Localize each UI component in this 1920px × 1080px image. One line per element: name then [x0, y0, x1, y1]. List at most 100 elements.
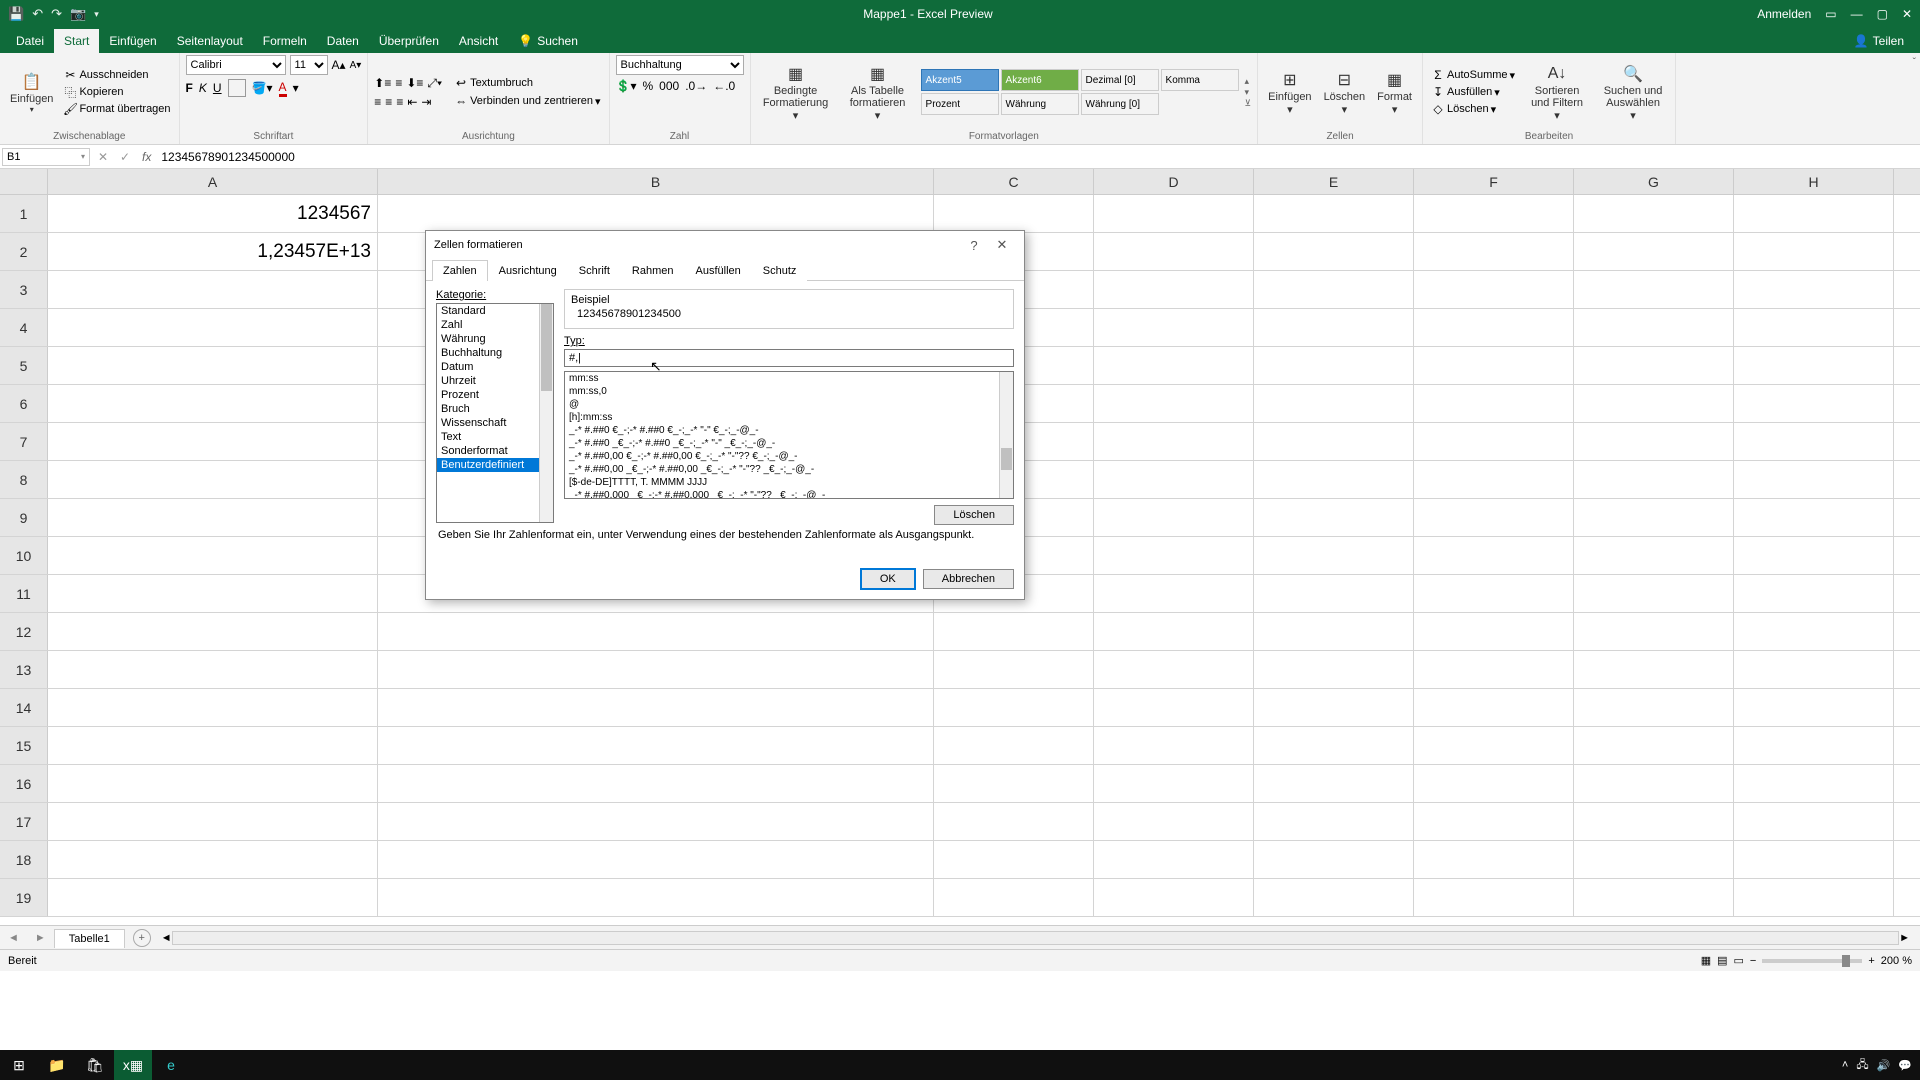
- cell[interactable]: [1094, 651, 1254, 688]
- dtab-ausfuellen[interactable]: Ausfüllen: [685, 260, 752, 281]
- cell[interactable]: [1734, 575, 1894, 612]
- col-header-c[interactable]: C: [934, 169, 1094, 194]
- tell-me[interactable]: 💡 Suchen: [508, 29, 588, 53]
- row-header[interactable]: 10: [0, 537, 48, 574]
- cell[interactable]: [48, 613, 378, 650]
- wrap-text-button[interactable]: ↩Textumbruch: [452, 75, 602, 91]
- percent-icon[interactable]: %: [643, 79, 654, 93]
- cell[interactable]: [1574, 613, 1734, 650]
- cell[interactable]: [1254, 879, 1414, 916]
- align-right-icon[interactable]: ≡: [396, 95, 403, 109]
- cell[interactable]: [1734, 423, 1894, 460]
- clear-button[interactable]: ◇Löschen ▾: [1429, 101, 1517, 117]
- cell[interactable]: [1254, 233, 1414, 270]
- cell[interactable]: [1414, 765, 1574, 802]
- ribbon-display-icon[interactable]: ▭: [1825, 7, 1836, 21]
- cell[interactable]: [1574, 765, 1734, 802]
- cell[interactable]: [1254, 765, 1414, 802]
- cell[interactable]: [1734, 803, 1894, 840]
- format-cells-button[interactable]: ▦Format▾: [1373, 67, 1416, 118]
- cell[interactable]: [48, 309, 378, 346]
- cell[interactable]: [1574, 271, 1734, 308]
- hscroll-right-icon[interactable]: ►: [1899, 932, 1910, 944]
- cell[interactable]: [1574, 803, 1734, 840]
- collapse-ribbon-icon[interactable]: ˇ: [1909, 53, 1920, 144]
- cell[interactable]: [1094, 727, 1254, 764]
- category-item[interactable]: Uhrzeit: [437, 374, 553, 388]
- cell[interactable]: [1734, 347, 1894, 384]
- style-komma[interactable]: Komma: [1161, 69, 1239, 91]
- row-header[interactable]: 12: [0, 613, 48, 650]
- format-item[interactable]: _-* #.##0 €_-;-* #.##0 €_-;_-* "-" €_-;_…: [565, 424, 1013, 437]
- row-header[interactable]: 3: [0, 271, 48, 308]
- cell[interactable]: [48, 765, 378, 802]
- cell[interactable]: [378, 765, 934, 802]
- cell[interactable]: [378, 195, 934, 232]
- category-item[interactable]: Prozent: [437, 388, 553, 402]
- maximize-icon[interactable]: ▢: [1877, 7, 1888, 21]
- cell[interactable]: [1734, 309, 1894, 346]
- cell[interactable]: [1574, 537, 1734, 574]
- cell[interactable]: [48, 689, 378, 726]
- format-painter-button[interactable]: 🖌Format übertragen: [61, 101, 172, 117]
- category-item[interactable]: Sonderformat: [437, 444, 553, 458]
- cell[interactable]: [934, 727, 1094, 764]
- tab-einfuegen[interactable]: Einfügen: [99, 29, 166, 53]
- cell[interactable]: [1094, 347, 1254, 384]
- cell[interactable]: [1734, 689, 1894, 726]
- cell[interactable]: [1574, 195, 1734, 232]
- dec-decimal-icon[interactable]: ←.0: [713, 79, 735, 93]
- indent-inc-icon[interactable]: ⇥: [421, 95, 431, 109]
- category-item[interactable]: Text: [437, 430, 553, 444]
- style-prozent[interactable]: Prozent: [921, 93, 999, 115]
- name-box[interactable]: B1▾: [2, 148, 90, 166]
- col-header-a[interactable]: A: [48, 169, 378, 194]
- taskbar-excel-icon[interactable]: x▦: [114, 1050, 152, 1080]
- taskbar-store-icon[interactable]: 🛍: [76, 1050, 114, 1080]
- cell[interactable]: [1734, 461, 1894, 498]
- align-middle-icon[interactable]: ≡: [395, 76, 402, 91]
- cell[interactable]: [1414, 423, 1574, 460]
- cell[interactable]: [1734, 233, 1894, 270]
- cell[interactable]: [934, 803, 1094, 840]
- category-item[interactable]: Benutzerdefiniert: [437, 458, 553, 472]
- row-header[interactable]: 7: [0, 423, 48, 460]
- cell[interactable]: 1234567: [48, 195, 378, 232]
- cell[interactable]: [1734, 727, 1894, 764]
- autosum-button[interactable]: ΣAutoSumme ▾: [1429, 67, 1517, 83]
- gallery-up-icon[interactable]: ▴: [1245, 76, 1252, 87]
- cell[interactable]: [48, 879, 378, 916]
- row-header[interactable]: 17: [0, 803, 48, 840]
- cancel-button[interactable]: Abbrechen: [923, 569, 1014, 589]
- sort-filter-button[interactable]: A↓Sortieren und Filtern▾: [1521, 61, 1593, 124]
- tray-network-icon[interactable]: 🖧: [1856, 1056, 1868, 1075]
- row-header[interactable]: 4: [0, 309, 48, 346]
- share-button[interactable]: 👤 Teilen: [1844, 29, 1914, 53]
- dialog-help-icon[interactable]: ?: [960, 238, 988, 253]
- category-item[interactable]: Währung: [437, 332, 553, 346]
- cell[interactable]: [1414, 347, 1574, 384]
- cell[interactable]: [1574, 347, 1734, 384]
- find-select-button[interactable]: 🔍Suchen und Auswählen▾: [1597, 61, 1669, 124]
- cell[interactable]: [1734, 651, 1894, 688]
- view-pagebreak-icon[interactable]: ▭: [1734, 954, 1744, 967]
- formula-input[interactable]: [157, 150, 1920, 164]
- row-header[interactable]: 18: [0, 841, 48, 878]
- cell[interactable]: [48, 803, 378, 840]
- cell[interactable]: [378, 689, 934, 726]
- inc-decimal-icon[interactable]: .0→: [685, 79, 707, 93]
- row-header[interactable]: 15: [0, 727, 48, 764]
- sheet-tab-1[interactable]: Tabelle1: [54, 929, 125, 948]
- dtab-schutz[interactable]: Schutz: [752, 260, 808, 281]
- category-list[interactable]: StandardZahlWährungBuchhaltungDatumUhrze…: [436, 303, 554, 523]
- insert-cells-button[interactable]: ⊞Einfügen▾: [1264, 67, 1315, 118]
- taskbar-edge-icon[interactable]: e: [152, 1050, 190, 1080]
- cell[interactable]: [378, 651, 934, 688]
- format-list[interactable]: mm:ssmm:ss,0@[h]:mm:ss_-* #.##0 €_-;-* #…: [564, 371, 1014, 499]
- col-header-f[interactable]: F: [1414, 169, 1574, 194]
- cell[interactable]: [48, 499, 378, 536]
- style-waehrung0[interactable]: Währung [0]: [1081, 93, 1159, 115]
- touch-icon[interactable]: 📷: [70, 6, 86, 22]
- zoom-slider[interactable]: [1762, 959, 1862, 963]
- add-sheet-button[interactable]: +: [133, 929, 151, 947]
